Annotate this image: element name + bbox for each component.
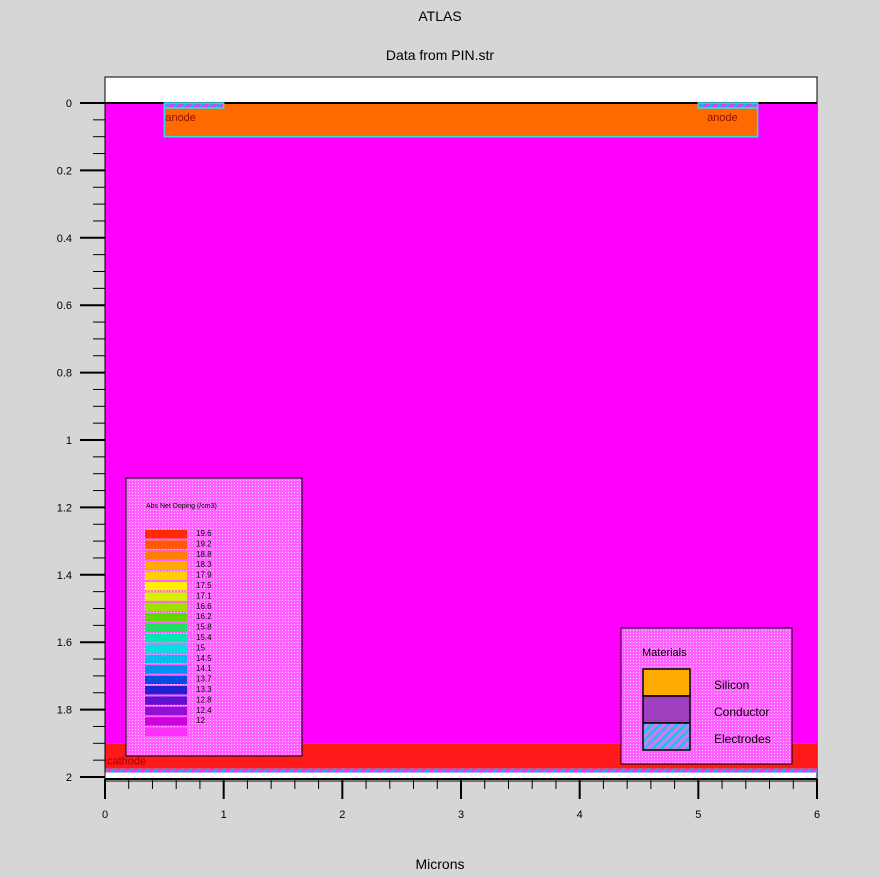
colorbar-swatch-3 — [145, 561, 187, 570]
colorbar-swatch-8 — [145, 613, 187, 622]
y-tick-label-3: 0.6 — [57, 300, 72, 312]
electrode-label-anode-0: anode — [165, 112, 196, 124]
colorbar-label-13: 14.1 — [196, 664, 212, 673]
colorbar-label-11: 15 — [196, 643, 205, 652]
electrode-label-anode-1: anode — [707, 112, 738, 124]
colorbar-swatch-7 — [145, 602, 187, 612]
electrode-label-cathode: cathode — [107, 756, 146, 768]
device-cross-section-plot: anode anode cathode 0 0.2 0.4 0.6 0.8 1 1.2 1.4 1.6… — [57, 76, 820, 821]
colorbar-swatch-1 — [145, 540, 187, 549]
colorbar-label-9: 15.8 — [196, 623, 212, 632]
material-label-2: Electrodes — [714, 732, 771, 746]
colorbar-swatch-0 — [145, 530, 187, 539]
colorbar-label-1: 19.2 — [196, 539, 212, 548]
material-label-0: Silicon — [714, 678, 749, 692]
colorbar-label-5: 17.5 — [196, 581, 212, 590]
y-tick-label-5: 1 — [66, 435, 72, 447]
colorbar-swatch-6 — [145, 592, 187, 601]
colorbar-label-12: 14.5 — [196, 654, 212, 663]
colorbar-label-6: 17.1 — [196, 591, 212, 600]
materials-legend-title: Materials — [642, 647, 687, 659]
colorbar-swatch-15 — [145, 686, 187, 695]
colorbar-swatch-19 — [145, 727, 187, 736]
x-tick-label-5: 5 — [695, 809, 701, 821]
electrode-anode-0 — [163, 102, 225, 109]
colorbar-swatch-10 — [145, 634, 187, 643]
colorbar-swatch-5 — [145, 582, 187, 591]
y-tick-label-7: 1.4 — [57, 570, 72, 582]
colorbar-swatch-11 — [145, 644, 187, 653]
y-tick-label-0: 0 — [66, 98, 72, 110]
electrode-anode-1 — [697, 102, 759, 109]
x-tick-label-2: 2 — [339, 809, 345, 821]
colorbar-label-3: 18.3 — [196, 560, 212, 569]
colorbar-label-14: 13.7 — [196, 675, 212, 684]
colorbar-label-7: 16.6 — [196, 602, 212, 611]
x-tick-label-0: 0 — [102, 809, 108, 821]
colorbar-swatch-4 — [145, 571, 187, 580]
y-tick-label-10: 2 — [66, 772, 72, 784]
colorbar-swatch-13 — [145, 665, 187, 674]
y-tick-label-8: 1.6 — [57, 637, 72, 649]
colorbar-label-17: 12.4 — [196, 706, 212, 715]
y-tick-label-6: 1.2 — [57, 502, 72, 514]
colorbar-label-2: 18.8 — [196, 550, 212, 559]
x-tick-label-4: 4 — [577, 809, 583, 821]
x-tick-label-1: 1 — [221, 809, 227, 821]
colorbar-swatch-14 — [145, 675, 187, 684]
colorbar-swatch-2 — [145, 550, 187, 560]
region-anode-diffusion — [163, 102, 759, 138]
colorbar-label-10: 15.4 — [196, 633, 212, 642]
colorbar-label-0: 19.6 — [196, 529, 212, 538]
y-tick-label-2: 0.4 — [57, 233, 72, 245]
plot-area: anode anode cathode 0 0.2 0.4 0.6 0.8 1 1.2 1.4 1.6… — [57, 76, 820, 821]
doping-legend-title: Abs Net Doping (/cm3) — [146, 503, 217, 510]
material-swatch-2 — [642, 722, 691, 751]
y-tick-label-4: 0.8 — [57, 368, 72, 380]
material-label-1: Conductor — [714, 705, 769, 719]
material-swatch-0 — [642, 668, 691, 697]
y-tick-label-1: 0.2 — [57, 165, 72, 177]
x-tick-label-3: 3 — [458, 809, 464, 821]
electrode-cathode — [105, 768, 817, 773]
colorbar-label-15: 13.3 — [196, 685, 212, 694]
colorbar-label-16: 12.8 — [196, 695, 212, 704]
material-swatch-1 — [642, 695, 691, 724]
colorbar-swatch-9 — [145, 623, 187, 632]
colorbar-swatch-18 — [145, 717, 187, 726]
colorbar-swatch-16 — [145, 696, 187, 705]
y-tick-label-9: 1.8 — [57, 705, 72, 717]
colorbar-label-4: 17.9 — [196, 571, 212, 580]
colorbar-label-8: 16.2 — [196, 612, 212, 621]
colorbar-swatch-12 — [145, 654, 187, 664]
colorbar-swatch-17 — [145, 706, 187, 716]
x-tick-label-6: 6 — [814, 809, 820, 821]
colorbar-label-18: 12 — [196, 716, 205, 725]
